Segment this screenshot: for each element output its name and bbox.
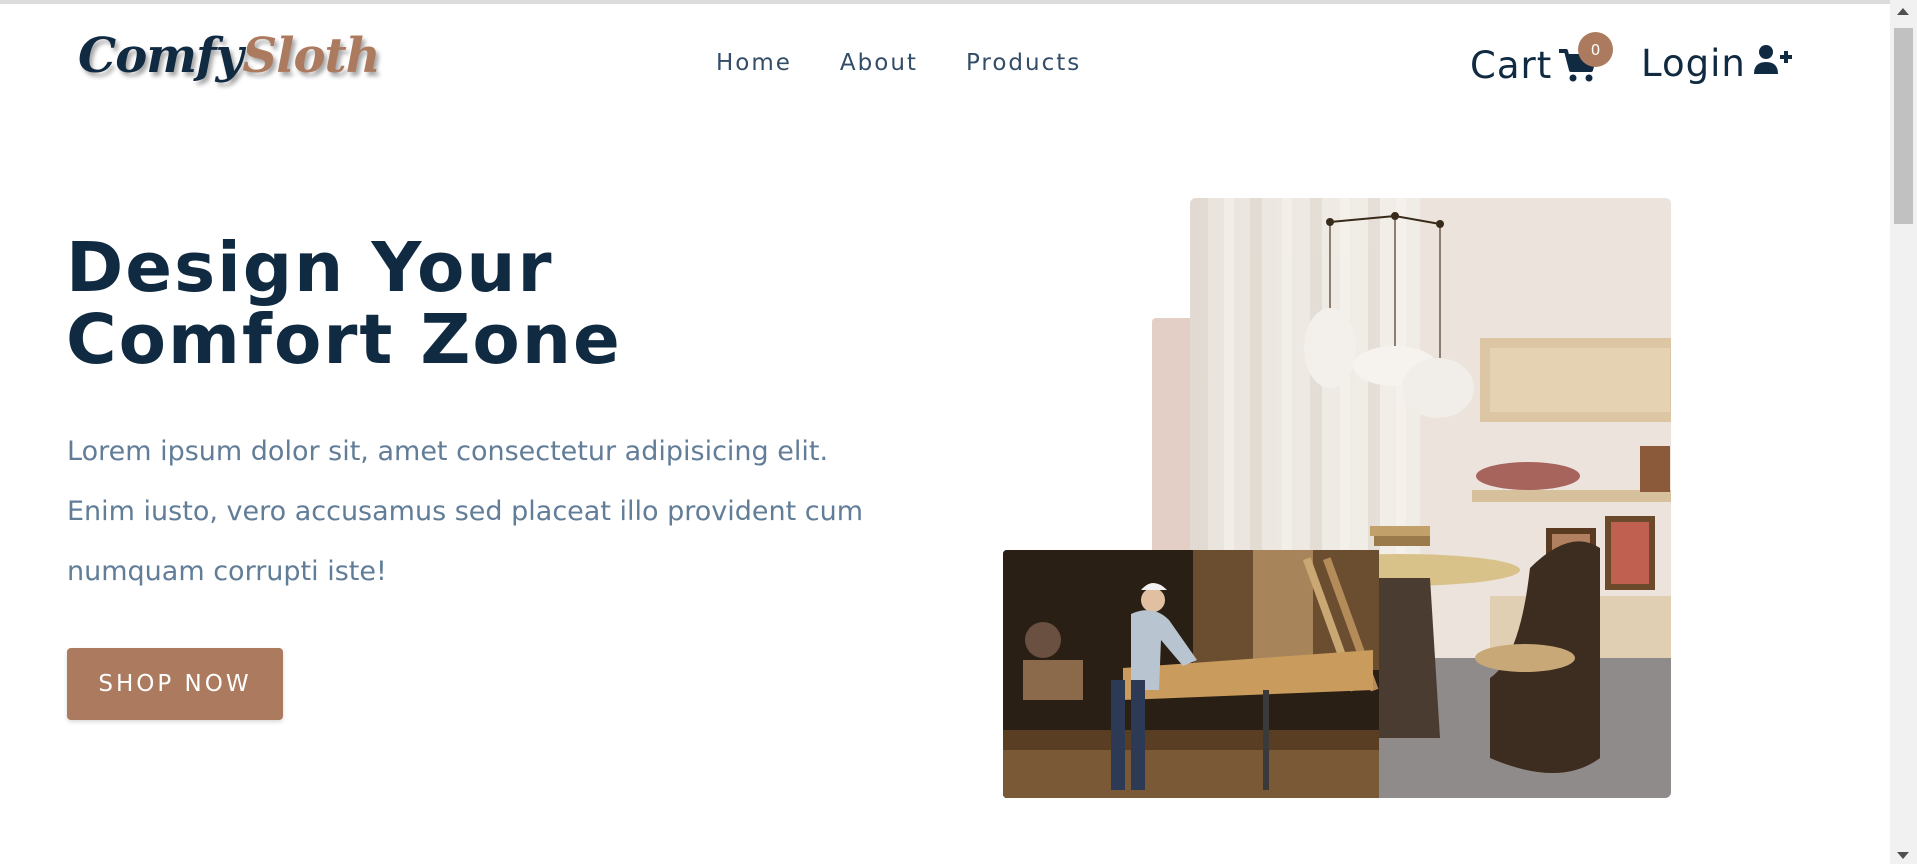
logo[interactable]: ComfySloth xyxy=(78,28,381,84)
scroll-down-arrow-icon[interactable] xyxy=(1897,852,1909,859)
nav-link-home[interactable]: Home xyxy=(716,50,792,76)
login-label: Login xyxy=(1641,42,1746,85)
hero-small-image xyxy=(1003,550,1379,798)
hero-title-line1: Design Your xyxy=(66,228,554,308)
hero-text-line1: Lorem ipsum dolor sit, amet consectetur … xyxy=(67,436,829,467)
nav-link-about[interactable]: About xyxy=(840,50,918,76)
hero-title: Design Your Comfort Zone xyxy=(66,232,766,376)
cart-label: Cart xyxy=(1470,44,1553,87)
hero-description: Lorem ipsum dolor sit, amet consectetur … xyxy=(67,422,867,602)
hero-text-line3: numquam corrupti iste! xyxy=(67,556,387,587)
user-plus-icon xyxy=(1753,42,1792,85)
hero-title-line2: Comfort Zone xyxy=(66,300,622,380)
nav-links: Home About Products xyxy=(716,50,1081,76)
scroll-up-arrow-icon[interactable] xyxy=(1897,8,1909,15)
login-button[interactable]: Login xyxy=(1641,42,1792,85)
browser-top-border xyxy=(0,0,1890,4)
scrollbar-thumb[interactable] xyxy=(1894,28,1913,224)
logo-part-sloth: Sloth xyxy=(242,28,381,84)
cart-count-badge: 0 xyxy=(1578,32,1613,67)
hero-text-line2: Enim iusto, vero accusamus sed placeat i… xyxy=(67,496,864,527)
shop-now-button[interactable]: SHOP NOW xyxy=(67,648,283,720)
nav-link-products[interactable]: Products xyxy=(966,50,1081,76)
logo-part-comfy: Comfy xyxy=(78,28,244,84)
